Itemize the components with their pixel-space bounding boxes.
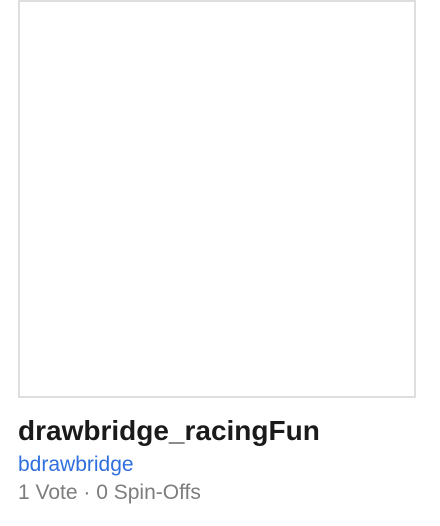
stats-separator: · (77, 481, 97, 504)
author-link[interactable]: bdrawbridge (18, 452, 134, 478)
project-thumbnail[interactable] (18, 0, 416, 398)
project-card: drawbridge_racingFun bdrawbridge 1 Vote … (0, 0, 440, 526)
project-title[interactable]: drawbridge_racingFun (18, 414, 320, 448)
spinoff-count: 0 Spin-Offs (96, 481, 201, 504)
vote-count: 1 Vote (18, 481, 78, 504)
project-stats: 1 Vote · 0 Spin-Offs (18, 480, 201, 506)
